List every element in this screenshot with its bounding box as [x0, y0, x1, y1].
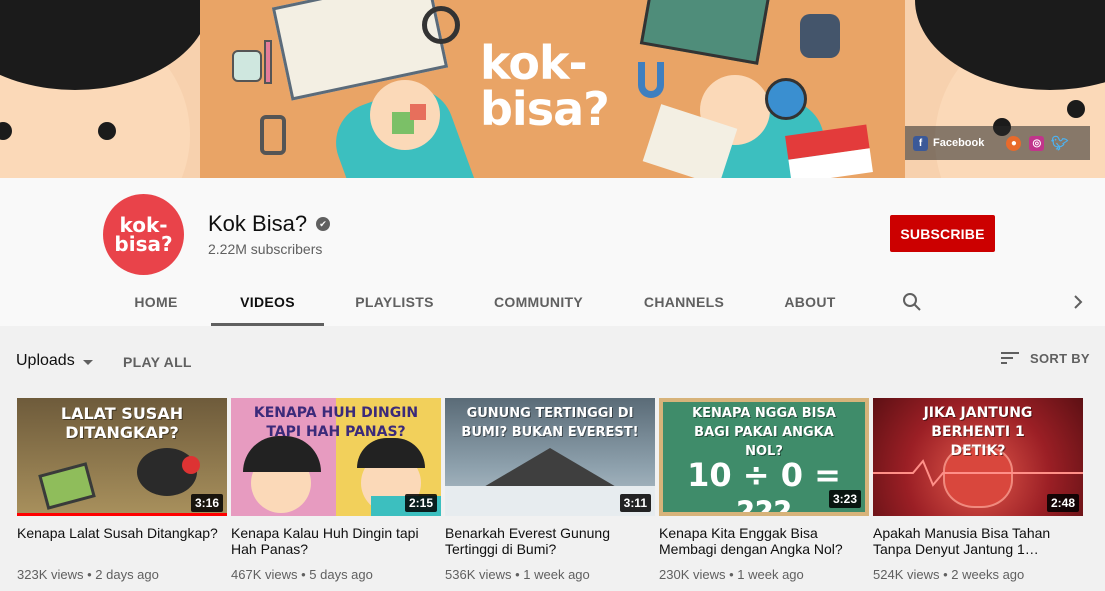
thumbnail-text: JIKA JANTUNG BERHENTI 1 DETIK?	[923, 405, 1033, 459]
tab-videos[interactable]: VIDEOS	[211, 278, 324, 326]
video-duration: 3:16	[190, 494, 223, 512]
social-links-bar: f Facebook ● ◎ 🐦︎	[905, 126, 1090, 160]
sort-icon	[1001, 352, 1019, 364]
video-duration: 3:23	[828, 490, 861, 508]
banner-left-character	[0, 0, 210, 178]
caret-down-icon	[82, 359, 93, 365]
video-views: 230K views	[659, 567, 726, 582]
banner-logo-text: kok- bisa?	[480, 36, 610, 136]
thumbnail-text: LALAT SUSAH DITANGKAP?	[60, 404, 184, 442]
video-title[interactable]: Apakah Manusia Bisa Tahan Tanpa Denyut J…	[873, 525, 1083, 557]
video-thumbnail[interactable]: KENAPA NGGA BISA BAGI PAKAI ANGKA NOL? 1…	[659, 398, 869, 516]
thumbnail-text: GUNUNG TERTINGGI DI BUMI? BUKAN EVEREST!	[461, 406, 639, 440]
video-meta: 467K views • 5 days ago	[231, 567, 373, 582]
play-all-button[interactable]: PLAY ALL	[123, 354, 192, 370]
channel-search-icon[interactable]	[900, 290, 924, 314]
instagram-icon[interactable]: ◎	[1029, 135, 1045, 151]
video-card[interactable]: KENAPA HUH DINGIN TAPI HAH PANAS? 2:15 K…	[231, 398, 441, 582]
video-meta: 323K views • 2 days ago	[17, 567, 159, 582]
video-thumbnail[interactable]: GUNUNG TERTINGGI DI BUMI? BUKAN EVEREST!…	[445, 398, 655, 516]
video-views: 524K views	[873, 567, 940, 582]
subscriber-count: 2.22M subscribers	[208, 241, 323, 257]
twitter-icon[interactable]: 🐦︎	[1051, 135, 1069, 151]
video-title[interactable]: Kenapa Kalau Huh Dingin tapi Hah Panas?	[231, 525, 441, 557]
video-meta: 230K views • 1 week ago	[659, 567, 804, 582]
tab-home[interactable]: HOME	[112, 278, 200, 326]
video-age: 1 week ago	[737, 567, 804, 582]
channel-tabs: HOME VIDEOS PLAYLISTS COMMUNITY CHANNELS…	[0, 278, 1105, 326]
tab-channels[interactable]: CHANNELS	[636, 278, 732, 326]
heartbeat-line	[873, 459, 1083, 487]
watch-progress-bar	[17, 513, 227, 516]
video-meta: 524K views • 2 weeks ago	[873, 567, 1025, 582]
uploads-label: Uploads	[16, 352, 75, 369]
channel-name-text: Kok Bisa?	[208, 211, 308, 236]
video-thumbnail[interactable]: KENAPA HUH DINGIN TAPI HAH PANAS? 2:15	[231, 398, 441, 516]
video-age: 2 days ago	[95, 567, 159, 582]
channel-avatar[interactable]: kok- bisa?	[103, 194, 184, 275]
video-title[interactable]: Kenapa Lalat Susah Ditangkap?	[17, 525, 227, 557]
tab-community[interactable]: COMMUNITY	[485, 278, 592, 326]
channel-header: kok- bisa? Kok Bisa? ✔ 2.22M subscribers…	[0, 178, 1105, 326]
facebook-label: Facebook	[933, 137, 985, 149]
video-duration: 3:11	[619, 494, 651, 512]
tab-playlists[interactable]: PLAYLISTS	[343, 278, 446, 326]
video-card[interactable]: KENAPA NGGA BISA BAGI PAKAI ANGKA NOL? 1…	[659, 398, 869, 582]
video-views: 323K views	[17, 567, 84, 582]
video-age: 2 weeks ago	[951, 567, 1025, 582]
avatar-text-line2: bisa?	[114, 231, 173, 256]
video-title[interactable]: Kenapa Kita Enggak Bisa Membagi dengan A…	[659, 525, 869, 557]
video-meta: 536K views • 1 week ago	[445, 567, 590, 582]
chevron-right-icon[interactable]	[1066, 290, 1090, 314]
video-card[interactable]: JIKA JANTUNG BERHENTI 1 DETIK? 2:48 Apak…	[873, 398, 1083, 582]
channel-banner: kok- bisa? f Facebook ● ◎ 🐦︎	[0, 0, 1105, 178]
video-card[interactable]: GUNUNG TERTINGGI DI BUMI? BUKAN EVEREST!…	[445, 398, 655, 582]
video-duration: 2:15	[404, 494, 437, 512]
video-age: 1 week ago	[523, 567, 590, 582]
video-views: 467K views	[231, 567, 298, 582]
sort-by-button[interactable]: SORT BY	[1000, 350, 1090, 366]
subscribe-button[interactable]: SUBSCRIBE	[890, 215, 995, 252]
video-thumbnail[interactable]: JIKA JANTUNG BERHENTI 1 DETIK? 2:48	[873, 398, 1083, 516]
tab-about[interactable]: ABOUT	[777, 278, 843, 326]
video-card[interactable]: LALAT SUSAH DITANGKAP? 3:16 Kenapa Lalat…	[17, 398, 227, 582]
thumbnail-text: KENAPA HUH DINGIN TAPI HAH PANAS?	[253, 405, 419, 440]
facebook-icon: f	[913, 135, 928, 151]
sort-by-label: SORT BY	[1030, 350, 1090, 366]
video-thumbnail[interactable]: LALAT SUSAH DITANGKAP? 3:16	[17, 398, 227, 516]
video-age: 5 days ago	[309, 567, 373, 582]
uploads-bar: Uploads PLAY ALL SORT BY	[0, 326, 1105, 396]
video-duration: 2:48	[1046, 494, 1079, 512]
video-title[interactable]: Benarkah Everest Gunung Tertinggi di Bum…	[445, 525, 655, 557]
verified-check-icon: ✔	[316, 217, 331, 231]
channel-name: Kok Bisa? ✔	[208, 211, 331, 237]
thumbnail-text: KENAPA NGGA BISA BAGI PAKAI ANGKA NOL?	[692, 406, 836, 459]
uploads-dropdown[interactable]: Uploads	[16, 352, 93, 370]
video-views: 536K views	[445, 567, 512, 582]
blog-icon[interactable]: ●	[1006, 135, 1022, 151]
facebook-link[interactable]: f Facebook	[913, 135, 985, 151]
